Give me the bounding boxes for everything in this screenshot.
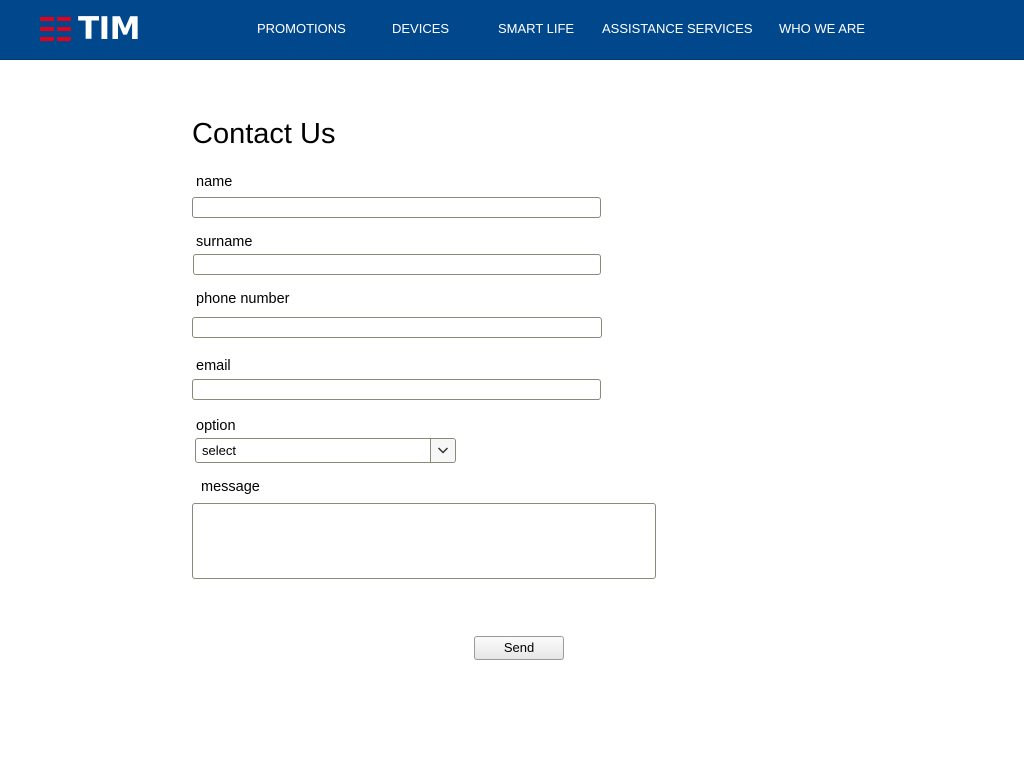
nav-item-devices[interactable]: DEVICES xyxy=(392,21,449,36)
top-navigation-bar: TIM PROMOTIONS DEVICES SMART LIFE ASSIST… xyxy=(0,0,1024,60)
page-title: Contact Us xyxy=(192,118,336,150)
option-label: option xyxy=(196,418,236,434)
nav-item-smart-life[interactable]: SMART LIFE xyxy=(498,21,574,36)
option-selected-value: select xyxy=(202,443,236,458)
phone-number-field[interactable] xyxy=(192,317,602,338)
message-label: message xyxy=(201,479,260,495)
email-field[interactable] xyxy=(192,379,601,400)
phone-number-label: phone number xyxy=(196,291,290,307)
nav-item-assistance-services[interactable]: ASSISTANCE SERVICES xyxy=(602,21,753,36)
surname-field[interactable] xyxy=(193,254,601,275)
option-select[interactable]: select xyxy=(195,438,456,463)
email-label: email xyxy=(196,358,231,374)
nav-item-promotions[interactable]: PROMOTIONS xyxy=(257,21,346,36)
surname-label: surname xyxy=(196,234,253,250)
send-button[interactable]: Send xyxy=(474,636,564,660)
nav-item-who-we-are[interactable]: WHO WE ARE xyxy=(779,21,865,36)
name-field[interactable] xyxy=(192,197,601,218)
logo-text: TIM xyxy=(78,11,141,47)
message-textarea[interactable] xyxy=(192,503,656,579)
chevron-down-icon xyxy=(437,447,449,454)
tim-logo[interactable]: TIM xyxy=(40,11,141,47)
name-label: name xyxy=(196,174,233,190)
tim-logo-icon xyxy=(40,16,72,42)
select-arrow-button[interactable] xyxy=(430,439,455,462)
